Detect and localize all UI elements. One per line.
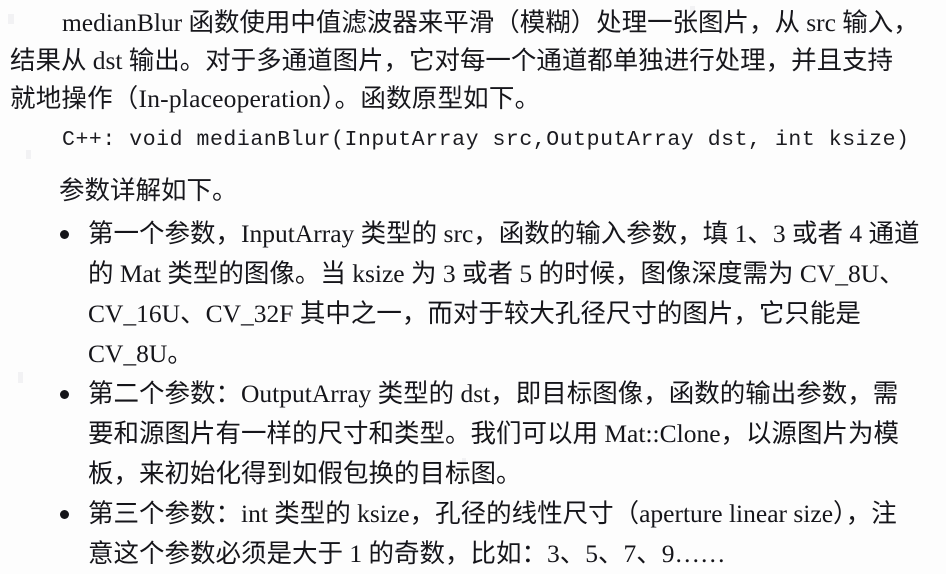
- code-prototype-line: C++: void medianBlur(InputArray src,Outp…: [62, 128, 910, 152]
- parameters-lead-in: 参数详解如下。: [59, 176, 238, 205]
- parameter-dst-line-3: 板，来初始化得到如假包换的目标图。: [88, 459, 522, 488]
- parameter-dst-line-1: 第二个参数：OutputArray 类型的 dst，即目标图像，函数的输出参数，…: [88, 379, 899, 408]
- parameter-dst-line-2: 要和源图片有一样的尺寸和类型。我们可以用 Mat::Clone，以源图片为模: [88, 419, 900, 448]
- parameter-src-line-2: 的 Mat 类型的图像。当 ksize 为 3 或者 5 的时候，图像深度需为 …: [88, 259, 905, 288]
- intro-line-2: 结果从 dst 输出。对于多通道图片，它对每一个通道都单独进行处理，并且支持: [10, 46, 893, 75]
- parameter-src-line-3: CV_16U、CV_32F 其中之一，而对于较大孔径尺寸的图片，它只能是: [88, 299, 861, 328]
- parameter-ksize-line-1: 第三个参数：int 类型的 ksize，孔径的线性尺寸（aperture lin…: [88, 499, 897, 528]
- bullet-dot-icon: [60, 390, 69, 399]
- scan-speck: [26, 150, 31, 159]
- intro-line-3: 就地操作（In-placeoperation）。函数原型如下。: [10, 84, 541, 113]
- bullet-dot-icon: [60, 230, 69, 239]
- intro-paragraph: medianBlur 函数使用中值滤波器来平滑（模糊）处理一张图片，从 src …: [10, 4, 936, 118]
- parameter-src-line-4: CV_8U。: [88, 339, 193, 368]
- parameter-ksize-line-2: 意这个参数必须是大于 1 的奇数，比如：3、5、7、9……: [88, 539, 726, 568]
- list-item-parameter-dst: 第二个参数：OutputArray 类型的 dst，即目标图像，函数的输出参数，…: [0, 374, 946, 494]
- document-page: medianBlur 函数使用中值滤波器来平滑（模糊）处理一张图片，从 src …: [0, 0, 946, 573]
- list-item-parameter-ksize: 第三个参数：int 类型的 ksize，孔径的线性尺寸（aperture lin…: [0, 494, 946, 574]
- bullet-dot-icon: [60, 510, 69, 519]
- intro-line-1: medianBlur 函数使用中值滤波器来平滑（模糊）处理一张图片，从 src …: [62, 8, 919, 37]
- parameter-src-line-1: 第一个参数，InputArray 类型的 src，函数的输入参数，填 1、3 或…: [88, 219, 920, 248]
- parameter-list: 第一个参数，InputArray 类型的 src，函数的输入参数，填 1、3 或…: [0, 214, 946, 574]
- list-item-parameter-src: 第一个参数，InputArray 类型的 src，函数的输入参数，填 1、3 或…: [0, 214, 946, 374]
